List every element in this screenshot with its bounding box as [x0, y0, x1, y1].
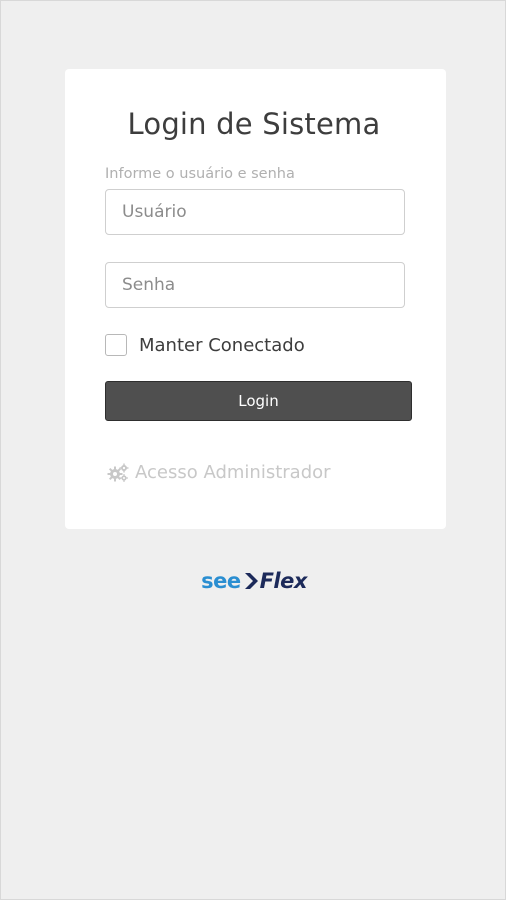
login-button[interactable]: Login — [105, 381, 412, 421]
gears-icon — [107, 463, 129, 482]
login-hint: Informe o usuário e senha — [105, 166, 295, 182]
remember-me-checkbox[interactable] — [105, 334, 127, 356]
password-input[interactable] — [105, 262, 405, 308]
admin-access-label: Acesso Administrador — [135, 462, 331, 483]
brand-logo: see Flex — [1, 569, 506, 593]
app-window: Login de Sistema Informe o usuário e sen… — [0, 0, 506, 900]
logo-text-flex: Flex — [259, 569, 308, 593]
chevron-right-icon — [244, 573, 258, 589]
username-input[interactable] — [105, 189, 405, 235]
page-title: Login de Sistema — [127, 107, 381, 141]
logo-text-see: see — [201, 569, 241, 593]
remember-me-label: Manter Conectado — [139, 334, 305, 356]
admin-access-link[interactable]: Acesso Administrador — [107, 462, 331, 483]
remember-me-toggle[interactable]: Manter Conectado — [105, 334, 305, 356]
